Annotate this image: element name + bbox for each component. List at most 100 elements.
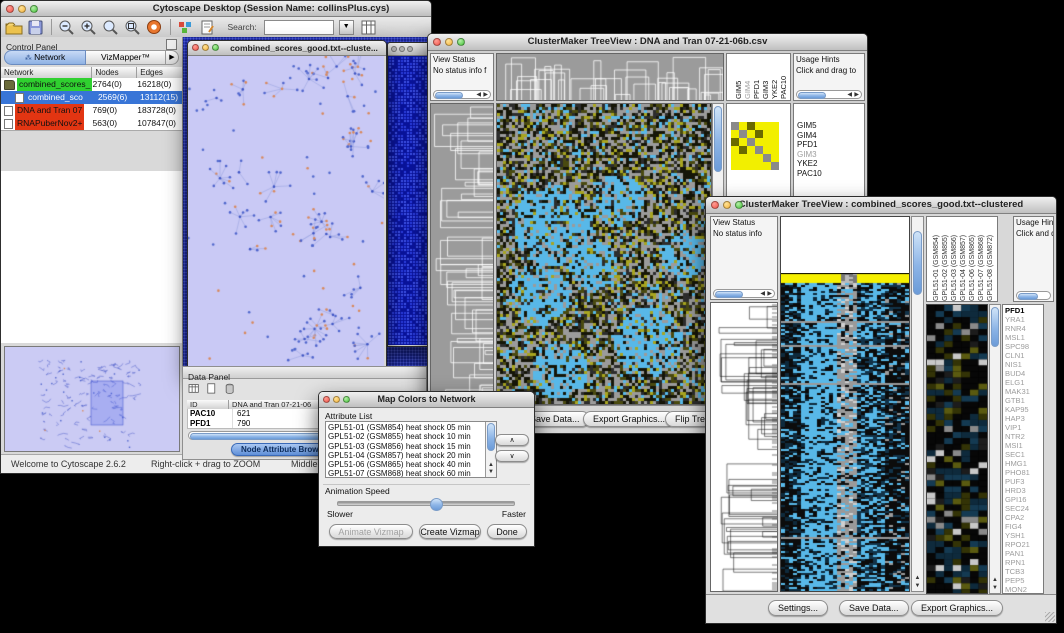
tv1-status-scrollbar[interactable]: ◀▶	[433, 90, 491, 99]
gene-label[interactable]: HAP3	[1005, 414, 1030, 423]
network-overview-panel[interactable]	[4, 346, 180, 452]
gene-label[interactable]: MSL1	[1005, 333, 1030, 342]
attribute-table-icon[interactable]	[188, 383, 206, 398]
network-canvas[interactable]	[188, 56, 384, 370]
tab-vizmapper[interactable]: VizMapper™	[86, 50, 166, 65]
gene-label[interactable]: GIM5	[797, 121, 822, 131]
gene-label[interactable]: YSH1	[1005, 531, 1030, 540]
dense-network-canvas[interactable]	[388, 56, 429, 345]
float-panel-icon[interactable]	[166, 39, 177, 50]
gene-label[interactable]: YRA1	[1005, 315, 1030, 324]
minimize-icon[interactable]	[445, 38, 453, 46]
delete-table-icon[interactable]	[224, 383, 242, 398]
zoom-out-icon[interactable]	[56, 18, 78, 36]
gene-label[interactable]: PAC10	[797, 169, 822, 179]
gene-label[interactable]: HRD3	[1005, 486, 1030, 495]
close-icon[interactable]	[192, 44, 199, 51]
gene-label[interactable]: GTB1	[1005, 396, 1030, 405]
gene-label[interactable]: RPO21	[1005, 540, 1030, 549]
zoom-window-icon[interactable]	[457, 38, 465, 46]
gene-label[interactable]: SEC24	[1005, 504, 1030, 513]
col-header-network[interactable]: Network	[1, 67, 92, 78]
attribute-item[interactable]: GPL51-03 (GSM856) heat shock 15 min	[328, 442, 484, 451]
save-data-button[interactable]: Save Data...	[839, 600, 909, 616]
treeview1-titlebar[interactable]: ClusterMaker TreeView : DNA and Tran 07-…	[428, 34, 867, 51]
zoom-window-icon[interactable]	[30, 5, 38, 13]
attribute-item[interactable]: GPL51-04 (GSM857) heat shock 20 min	[328, 451, 484, 460]
resize-grip[interactable]	[1045, 612, 1055, 622]
attribute-item[interactable]: GPL51-01 (GSM854) heat shock 05 min	[328, 423, 484, 432]
animation-speed-slider[interactable]	[337, 501, 515, 506]
attribute-list-scrollbar[interactable]: ▲▼	[485, 422, 496, 477]
gene-label[interactable]: CLN1	[1005, 351, 1030, 360]
report-table-icon[interactable]	[358, 18, 380, 36]
gene-label[interactable]: PEP5	[1005, 576, 1030, 585]
gene-label[interactable]: KAP95	[1005, 405, 1030, 414]
export-graphics-button[interactable]: Export Graphics...	[583, 411, 675, 427]
animate-vizmapbutton[interactable]: Animate Vizmap	[329, 524, 413, 539]
gene-label[interactable]: YKE2	[797, 159, 822, 169]
gene-label[interactable]: CPA2	[1005, 513, 1030, 522]
minimize-icon[interactable]	[399, 46, 405, 52]
minimize-icon[interactable]	[333, 396, 340, 403]
gene-label[interactable]: PAN1	[1005, 549, 1030, 558]
close-icon[interactable]	[323, 396, 330, 403]
zoom-window-icon[interactable]	[735, 201, 743, 209]
tv1-heatmap-canvas[interactable]	[497, 104, 711, 404]
close-icon[interactable]	[711, 201, 719, 209]
gene-label[interactable]: ELG1	[1005, 378, 1030, 387]
attribute-item[interactable]: GPL51-07 (GSM868) heat shock 60 min	[328, 469, 484, 478]
settings-button[interactable]: Settings...	[768, 600, 828, 616]
network-overview-canvas[interactable]	[5, 347, 179, 451]
zoom-in-icon[interactable]	[78, 18, 100, 36]
close-icon[interactable]	[6, 5, 14, 13]
save-icon[interactable]	[25, 18, 47, 36]
tv2-status-scrollbar[interactable]: ◀▶	[713, 289, 775, 298]
annotation-icon[interactable]	[197, 18, 219, 36]
minimize-icon[interactable]	[723, 201, 731, 209]
minimize-icon[interactable]	[202, 44, 209, 51]
window-controls[interactable]	[6, 5, 38, 13]
network-table-row[interactable]: combined_sco2569(6)13112(15)	[1, 91, 182, 104]
gene-label[interactable]: SEC1	[1005, 450, 1030, 459]
gene-label[interactable]: GPI16	[1005, 495, 1030, 504]
col-header-nodes[interactable]: Nodes	[92, 67, 137, 78]
treeview2-titlebar[interactable]: ClusterMaker TreeView : combined_scores_…	[706, 197, 1056, 214]
gene-label[interactable]: MON2	[1005, 585, 1030, 594]
zoom-window-icon[interactable]	[212, 44, 219, 51]
tv2-usage-scrollbar[interactable]	[1016, 291, 1051, 300]
attribute-item[interactable]: GPL51-02 (GSM855) heat shock 10 min	[328, 432, 484, 441]
zoom-window-icon[interactable]	[343, 396, 350, 403]
gene-label[interactable]: NTR2	[1005, 432, 1030, 441]
cluster-matrix[interactable]	[731, 122, 779, 170]
gene-label[interactable]: PUF3	[1005, 477, 1030, 486]
gene-label[interactable]: VIP1	[1005, 423, 1030, 432]
export-graphics-button[interactable]: Export Graphics...	[911, 600, 1003, 616]
create-vizmapbutton[interactable]: Create Vizmap	[419, 524, 481, 539]
gene-label[interactable]: HMG1	[1005, 459, 1030, 468]
gene-label[interactable]: PFD1	[1005, 306, 1030, 315]
gene-label[interactable]: RPN1	[1005, 558, 1030, 567]
tv1-usage-scrollbar[interactable]: ◀▶	[796, 90, 862, 99]
network-table-row[interactable]: combined_scores_2764(0)16218(0)	[1, 78, 182, 91]
gene-label[interactable]: RNR4	[1005, 324, 1030, 333]
gene-label[interactable]: SPC98	[1005, 342, 1030, 351]
network-view-titlebar[interactable]: combined_scores_good.txt--cluste...	[188, 41, 386, 56]
gene-label[interactable]: MSI1	[1005, 441, 1030, 450]
gene-label[interactable]: FIG4	[1005, 522, 1030, 531]
tab-network[interactable]: ⁂ Network	[4, 50, 86, 65]
background-network-window[interactable]	[387, 42, 432, 347]
donebutton[interactable]: Done	[487, 524, 527, 539]
gene-label[interactable]: NIS1	[1005, 360, 1030, 369]
help-ring-icon[interactable]	[144, 18, 166, 36]
col-header-edges[interactable]: Edges	[137, 67, 182, 78]
gene-label[interactable]: GIM4	[797, 131, 822, 141]
gene-label[interactable]: GIM3	[797, 150, 822, 160]
dialog-titlebar[interactable]: Map Colors to Network	[319, 392, 534, 408]
zoom-fit-icon[interactable]	[100, 18, 122, 36]
new-page-icon[interactable]	[206, 383, 224, 398]
tab-overflow-arrow[interactable]: ▶	[166, 50, 179, 65]
tv1-column-dendrogram[interactable]	[497, 54, 723, 100]
move-up-button[interactable]: ∧	[495, 434, 529, 446]
attribute-listbox[interactable]: GPL51-01 (GSM854) heat shock 05 minGPL51…	[325, 421, 497, 478]
